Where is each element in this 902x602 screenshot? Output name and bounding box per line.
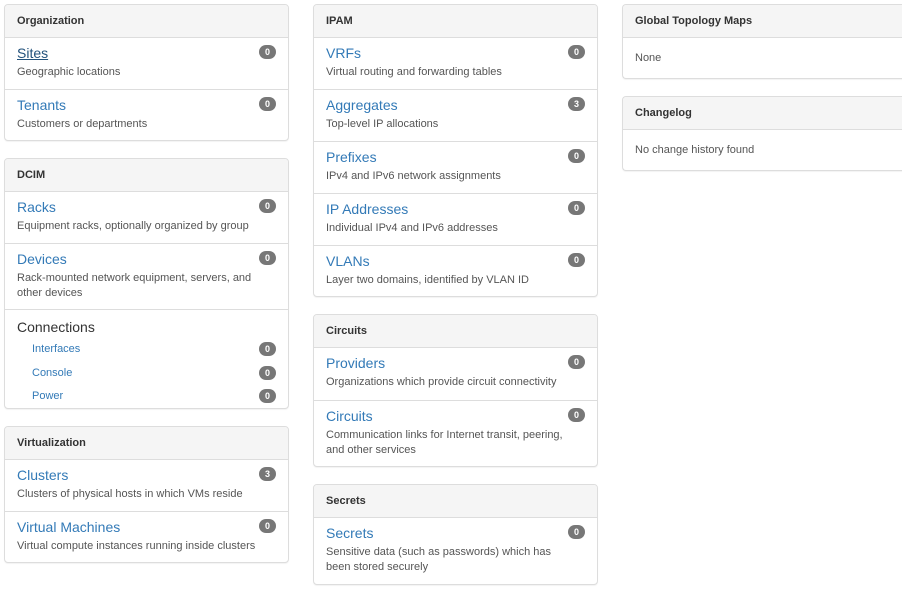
panel-heading-dcim: DCIM <box>5 159 288 192</box>
item-racks: 0 Racks Equipment racks, optionally orga… <box>5 192 288 243</box>
sites-link[interactable]: Sites <box>17 44 276 62</box>
panel-topology-maps: Global Topology Maps None <box>622 4 902 79</box>
prefixes-description: IPv4 and IPv6 network assignments <box>326 170 501 182</box>
connections-console-row: Console 0 <box>17 362 276 386</box>
item-prefixes: 0 Prefixes IPv4 and IPv6 network assignm… <box>314 141 597 193</box>
vlans-description: Layer two domains, identified by VLAN ID <box>326 274 529 286</box>
vrfs-link[interactable]: VRFs <box>326 44 585 62</box>
prefixes-link[interactable]: Prefixes <box>326 148 585 166</box>
column-middle: IPAM 0 VRFs Virtual routing and forwardi… <box>313 4 598 602</box>
item-devices: 0 Devices Rack-mounted network equipment… <box>5 243 288 309</box>
count-badge-tenants: 0 <box>259 97 276 111</box>
item-vrfs: 0 VRFs Virtual routing and forwarding ta… <box>314 38 597 89</box>
panel-heading-circuits: Circuits <box>314 315 597 348</box>
vlans-link[interactable]: VLANs <box>326 252 585 270</box>
count-badge-virtual-machines: 0 <box>259 519 276 533</box>
sites-description: Geographic locations <box>17 66 121 78</box>
panel-heading-secrets: Secrets <box>314 485 597 518</box>
ip-addresses-description: Individual IPv4 and IPv6 addresses <box>326 222 498 234</box>
panel-heading-ipam: IPAM <box>314 5 597 38</box>
item-sites: 0 Sites Geographic locations <box>5 38 288 89</box>
topology-maps-empty-text: None <box>635 52 662 64</box>
providers-link[interactable]: Providers <box>326 354 585 372</box>
count-badge-devices: 0 <box>259 251 276 265</box>
count-badge-providers: 0 <box>568 355 585 369</box>
panel-ipam: IPAM 0 VRFs Virtual routing and forwardi… <box>313 4 598 297</box>
panel-organization: Organization 0 Sites Geographic location… <box>4 4 289 141</box>
devices-link[interactable]: Devices <box>17 250 276 268</box>
connections-power-row: Power 0 <box>17 385 276 409</box>
count-badge-aggregates: 3 <box>568 97 585 111</box>
item-ip-addresses: 0 IP Addresses Individual IPv4 and IPv6 … <box>314 193 597 245</box>
connections-interfaces-row: Interfaces 0 <box>17 338 276 362</box>
panel-heading-topology-maps: Global Topology Maps <box>623 5 902 38</box>
count-badge-circuits: 0 <box>568 408 585 422</box>
aggregates-link[interactable]: Aggregates <box>326 96 585 114</box>
clusters-link[interactable]: Clusters <box>17 466 276 484</box>
aggregates-description: Top-level IP allocations <box>326 118 439 130</box>
panel-circuits: Circuits 0 Providers Organizations which… <box>313 314 598 467</box>
item-clusters: 3 Clusters Clusters of physical hosts in… <box>5 460 288 511</box>
racks-link[interactable]: Racks <box>17 198 276 216</box>
item-providers: 0 Providers Organizations which provide … <box>314 348 597 400</box>
item-circuits: 0 Circuits Communication links for Inter… <box>314 400 597 466</box>
panel-secrets: Secrets 0 Secrets Sensitive data (such a… <box>313 484 598 585</box>
count-badge-prefixes: 0 <box>568 149 585 163</box>
panel-dcim: DCIM 0 Racks Equipment racks, optionally… <box>4 158 289 409</box>
column-left: Organization 0 Sites Geographic location… <box>4 4 289 580</box>
item-secrets: 0 Secrets Sensitive data (such as passwo… <box>314 518 597 584</box>
panel-changelog: Changelog No change history found <box>622 96 902 171</box>
secrets-link[interactable]: Secrets <box>326 524 585 542</box>
connections-heading: Connections <box>17 319 95 335</box>
item-virtual-machines: 0 Virtual Machines Virtual compute insta… <box>5 511 288 562</box>
column-right: Global Topology Maps None Changelog No c… <box>622 4 902 188</box>
vrfs-description: Virtual routing and forwarding tables <box>326 66 502 78</box>
count-badge-racks: 0 <box>259 199 276 213</box>
ip-addresses-link[interactable]: IP Addresses <box>326 200 585 218</box>
providers-description: Organizations which provide circuit conn… <box>326 376 557 388</box>
item-connections: Connections Interfaces 0 Console 0 Power… <box>5 309 288 408</box>
panel-heading-changelog: Changelog <box>623 97 902 130</box>
tenants-description: Customers or departments <box>17 118 148 130</box>
circuits-link[interactable]: Circuits <box>326 407 585 425</box>
count-badge-console: 0 <box>259 365 276 380</box>
virtual-machines-description: Virtual compute instances running inside… <box>17 540 256 552</box>
panel-heading-organization: Organization <box>5 5 288 38</box>
secrets-description: Sensitive data (such as passwords) which… <box>326 546 551 573</box>
count-badge-interfaces: 0 <box>259 342 276 356</box>
virtual-machines-link[interactable]: Virtual Machines <box>17 518 276 536</box>
count-badge-vrfs: 0 <box>568 45 585 59</box>
count-badge-ip-addresses: 0 <box>568 201 585 215</box>
panel-heading-virtualization: Virtualization <box>5 427 288 460</box>
count-badge-sites: 0 <box>259 45 276 59</box>
count-badge-clusters: 3 <box>259 467 276 481</box>
count-badge-power: 0 <box>259 389 276 403</box>
clusters-description: Clusters of physical hosts in which VMs … <box>17 488 243 500</box>
changelog-empty-text: No change history found <box>635 144 755 156</box>
console-link[interactable]: Console <box>32 367 72 379</box>
count-badge-secrets: 0 <box>568 525 585 539</box>
interfaces-link[interactable]: Interfaces <box>32 343 80 355</box>
count-badge-vlans: 0 <box>568 253 585 267</box>
item-vlans: 0 VLANs Layer two domains, identified by… <box>314 245 597 296</box>
item-aggregates: 3 Aggregates Top-level IP allocations <box>314 89 597 141</box>
circuits-description: Communication links for Internet transit… <box>326 429 563 456</box>
panel-virtualization: Virtualization 3 Clusters Clusters of ph… <box>4 426 289 563</box>
power-link[interactable]: Power <box>32 390 63 402</box>
racks-description: Equipment racks, optionally organized by… <box>17 220 249 232</box>
devices-description: Rack-mounted network equipment, servers,… <box>17 272 252 299</box>
item-tenants: 0 Tenants Customers or departments <box>5 89 288 140</box>
tenants-link[interactable]: Tenants <box>17 96 276 114</box>
